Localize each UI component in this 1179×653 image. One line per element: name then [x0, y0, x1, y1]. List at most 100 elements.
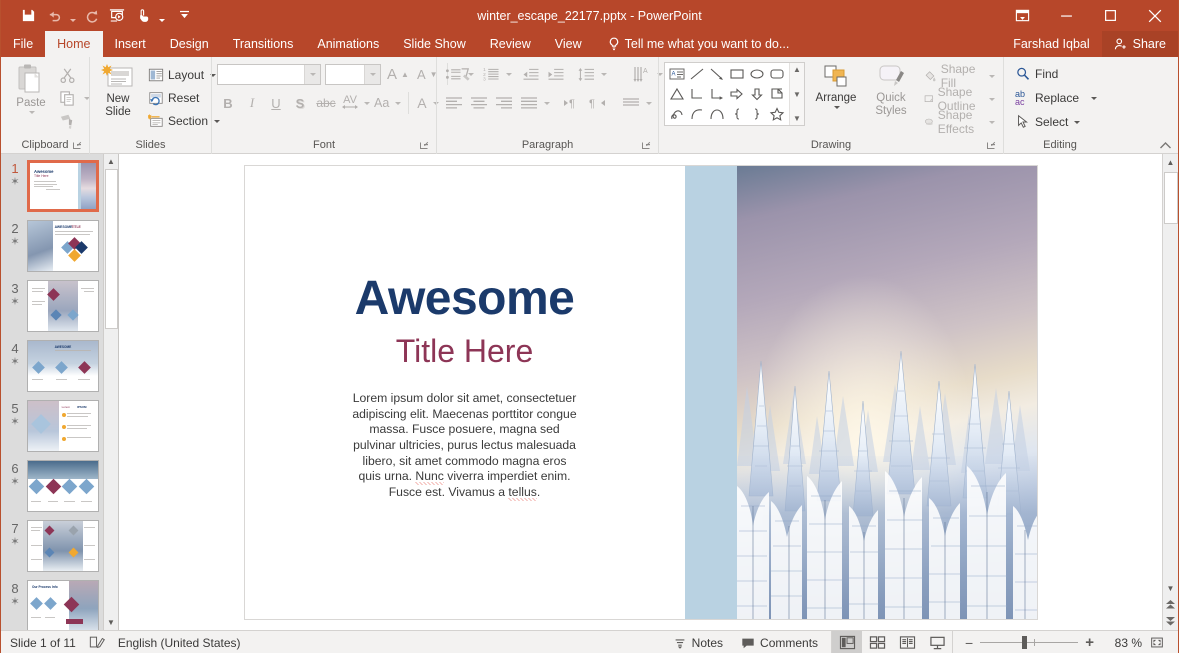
text-direction-button[interactable]: A: [630, 63, 654, 85]
align-right-button[interactable]: [492, 92, 516, 114]
animation-star-icon[interactable]: ✶: [3, 296, 27, 308]
next-slide-button[interactable]: [1163, 613, 1178, 630]
italic-button[interactable]: I: [241, 92, 263, 114]
slide-thumbnail-1[interactable]: 1 ✶ Awesome Title Here: [1, 154, 118, 214]
notes-button[interactable]: Notes: [664, 631, 732, 653]
replace-button[interactable]: ab ac Replace: [1012, 87, 1100, 109]
shape-elbow-connector[interactable]: [687, 84, 707, 104]
line-spacing-button[interactable]: [575, 63, 598, 85]
copy-button[interactable]: [56, 87, 79, 109]
proofing-icon[interactable]: [85, 631, 109, 653]
font-size-combo[interactable]: [325, 63, 381, 85]
scroll-up-button[interactable]: ▲: [1163, 154, 1178, 170]
collapse-ribbon-button[interactable]: [1159, 141, 1172, 151]
animation-star-icon[interactable]: ✶: [3, 416, 27, 428]
drawing-dialog-launcher[interactable]: [987, 141, 998, 152]
shape-down-arrow[interactable]: [747, 84, 767, 104]
justify-dropdown-icon[interactable]: [544, 101, 550, 105]
shape-effects-button[interactable]: Shape Effects: [921, 108, 998, 136]
shapes-scroll-down-icon[interactable]: ▼: [793, 90, 801, 99]
select-dropdown-icon[interactable]: [1074, 120, 1081, 124]
user-name[interactable]: Farshad Iqbal: [1001, 37, 1101, 51]
slide-thumbnail-8[interactable]: 8 ✶ Our Process Info: [1, 574, 118, 630]
save-button[interactable]: [15, 4, 41, 28]
language-indicator[interactable]: English (United States): [109, 631, 250, 653]
zoom-out-button[interactable]: −: [965, 635, 973, 651]
fit-to-window-button[interactable]: [1142, 631, 1172, 653]
arrange-dropdown-icon[interactable]: [834, 106, 840, 109]
shapes-gallery-scrollbar[interactable]: ▲ ▼ ▼: [789, 63, 804, 125]
shape-outline-dropdown-icon[interactable]: [989, 97, 995, 101]
shape-oval[interactable]: [747, 64, 767, 84]
align-text-rtl-button[interactable]: ¶: [586, 92, 610, 114]
slide-thumbnail-pane[interactable]: 1 ✶ Awesome Title Here 2 ✶ AWESOME TITLE…: [1, 154, 119, 630]
numbering-button[interactable]: 123: [480, 63, 503, 85]
normal-view-button[interactable]: [832, 630, 863, 653]
find-button[interactable]: Find: [1012, 63, 1061, 85]
thumbnail-scroll-down-button[interactable]: ▼: [104, 615, 118, 630]
shape-line[interactable]: [687, 64, 707, 84]
share-button[interactable]: Share: [1101, 31, 1178, 57]
paragraph-dialog-launcher[interactable]: [642, 141, 653, 152]
font-dialog-launcher[interactable]: [420, 141, 431, 152]
align-center-button[interactable]: [467, 92, 491, 114]
shape-curve[interactable]: [687, 104, 707, 124]
increase-indent-button[interactable]: [544, 63, 568, 85]
thumbnail-scrollbar-thumb[interactable]: [105, 169, 118, 329]
new-slide-button[interactable]: New Slide: [95, 61, 141, 121]
shape-text-box[interactable]: A: [667, 64, 687, 84]
font-name-combo[interactable]: [217, 63, 321, 85]
shape-folded-corner[interactable]: [767, 84, 787, 104]
shape-right-arrow[interactable]: [727, 84, 747, 104]
change-case-dropdown-icon[interactable]: [395, 101, 402, 105]
slide-thumbnail-7[interactable]: 7 ✶: [1, 514, 118, 574]
line-spacing-dropdown-icon[interactable]: [601, 72, 607, 76]
quick-styles-button[interactable]: Quick Styles: [867, 62, 915, 120]
tab-transitions[interactable]: Transitions: [221, 31, 306, 57]
scrollbar-track[interactable]: [1163, 170, 1178, 580]
shapes-gallery[interactable]: A ▲ ▼ ▼: [664, 62, 805, 126]
scroll-down-button[interactable]: ▼: [1163, 580, 1178, 596]
slide-thumbnail-4[interactable]: 4 ✶ AWESOME: [1, 334, 118, 394]
zoom-control[interactable]: − +: [957, 634, 1102, 651]
restore-button[interactable]: [1088, 0, 1132, 31]
replace-dropdown-icon[interactable]: [1091, 96, 1098, 100]
animation-star-icon[interactable]: ✶: [3, 176, 27, 188]
tell-me-search[interactable]: Tell me what you want to do...: [594, 31, 800, 57]
bold-button[interactable]: B: [217, 92, 239, 114]
zoom-slider-handle[interactable]: [1022, 636, 1028, 649]
decrease-indent-button[interactable]: [519, 63, 543, 85]
change-case-button[interactable]: Aa: [373, 92, 402, 114]
reading-view-button[interactable]: [892, 631, 922, 653]
slide-sorter-view-button[interactable]: [862, 631, 892, 653]
font-name-dropdown-icon[interactable]: [304, 64, 320, 84]
start-from-beginning-button[interactable]: [104, 4, 130, 28]
align-left-button[interactable]: [442, 92, 466, 114]
align-text-ltr-button[interactable]: ¶: [561, 92, 585, 114]
zoom-in-button[interactable]: +: [1085, 634, 1094, 651]
shape-arrow[interactable]: [707, 64, 727, 84]
slide-thumbnail-6[interactable]: 6 ✶: [1, 454, 118, 514]
animation-star-icon[interactable]: ✶: [3, 476, 27, 488]
tab-slide-show[interactable]: Slide Show: [391, 31, 478, 57]
strikethrough-button[interactable]: abc: [313, 92, 339, 114]
comments-button[interactable]: Comments: [732, 631, 827, 653]
shape-freeform[interactable]: [667, 104, 687, 124]
shape-star[interactable]: [767, 104, 787, 124]
shapes-scroll-up-icon[interactable]: ▲: [793, 65, 801, 74]
slide-title[interactable]: Awesome: [355, 273, 575, 324]
character-spacing-dropdown-icon[interactable]: [364, 101, 370, 105]
shape-outline-button[interactable]: Shape Outline: [921, 85, 998, 113]
tab-file[interactable]: File: [1, 31, 45, 57]
thumbnail-pane-scrollbar[interactable]: ▲ ▼: [103, 154, 118, 630]
previous-slide-button[interactable]: [1163, 596, 1178, 613]
tab-review[interactable]: Review: [478, 31, 543, 57]
underline-button[interactable]: U: [265, 92, 287, 114]
zoom-slider[interactable]: [980, 636, 1079, 649]
increase-font-size-button[interactable]: A ▲: [385, 63, 411, 85]
shape-right-brace[interactable]: [747, 104, 767, 124]
format-painter-button[interactable]: [56, 110, 90, 132]
shape-fill-button[interactable]: Shape Fill: [921, 62, 998, 90]
tab-insert[interactable]: Insert: [103, 31, 158, 57]
minimize-button[interactable]: [1044, 0, 1088, 31]
